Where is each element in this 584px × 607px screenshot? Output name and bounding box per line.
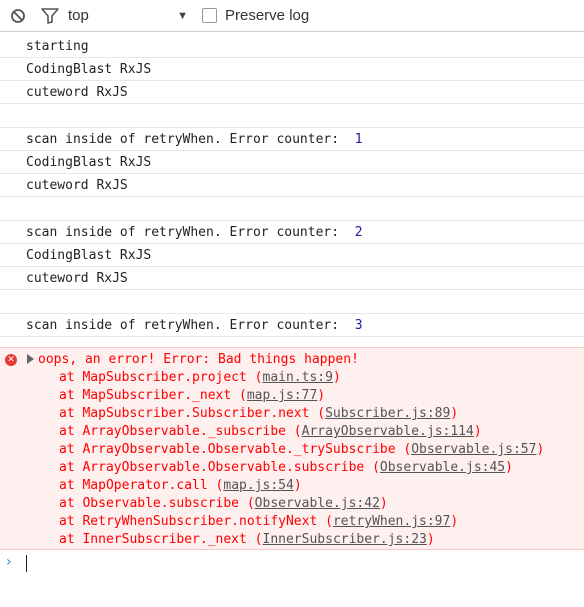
- context-selector[interactable]: top ▼: [68, 7, 198, 24]
- log-row: [0, 197, 584, 221]
- error-icon: ✕: [5, 354, 17, 366]
- preserve-log-label: Preserve log: [225, 7, 310, 24]
- prompt-chevron-icon: ›: [6, 554, 12, 570]
- stack-trace-line: at MapSubscriber.project (main.ts:9): [59, 369, 341, 387]
- stack-trace-line: at ArrayObservable.Observable._trySubscr…: [59, 441, 544, 459]
- preserve-log-toggle[interactable]: Preserve log: [202, 7, 309, 24]
- stack-trace-close: ): [379, 496, 388, 511]
- context-label: top: [68, 7, 89, 24]
- stack-trace-close: ): [317, 388, 326, 403]
- error-text: oops, an error! Error: Bad things happen…: [38, 352, 359, 367]
- console-prompt[interactable]: ›: [0, 552, 584, 576]
- log-number: 1: [354, 132, 363, 147]
- chevron-down-icon: ▼: [177, 9, 188, 22]
- source-link[interactable]: Observable.js:42: [255, 496, 380, 511]
- stack-trace-close: ): [293, 478, 302, 493]
- log-row: starting: [0, 35, 584, 58]
- stack-trace-close: ): [505, 460, 513, 475]
- log-row: scan inside of retryWhen. Error counter:…: [0, 221, 584, 244]
- stack-trace-line: at MapSubscriber.Subscriber.next (Subscr…: [59, 405, 458, 423]
- stack-trace-line: at ArrayObservable.Observable.subscribe …: [59, 459, 513, 477]
- stack-trace-close: ): [536, 442, 545, 457]
- text-cursor: [26, 555, 27, 572]
- log-row: [0, 104, 584, 128]
- stack-trace-frame: at ArrayObservable._subscribe (: [59, 424, 302, 439]
- filter-icon[interactable]: [40, 6, 60, 26]
- source-link[interactable]: main.ts:9: [263, 370, 333, 385]
- source-link[interactable]: map.js:77: [247, 388, 317, 403]
- stack-trace-close: ): [450, 406, 459, 421]
- stack-trace-close: ): [473, 424, 482, 439]
- stack-trace-close: ): [450, 514, 459, 529]
- stack-trace-line: at Observable.subscribe (Observable.js:4…: [59, 495, 388, 513]
- error-message: ✕ oops, an error! Error: Bad things happ…: [0, 347, 584, 550]
- log-row: [0, 290, 584, 314]
- stack-trace-frame: at MapSubscriber.project (: [59, 370, 263, 385]
- stack-trace-frame: at ArrayObservable.Observable._trySubscr…: [59, 442, 412, 457]
- stack-trace-frame: at Observable.subscribe (: [59, 496, 255, 511]
- log-row: CodingBlast RxJS: [0, 151, 584, 174]
- log-text: cuteword RxJS: [26, 85, 128, 100]
- block-icon[interactable]: [8, 6, 28, 26]
- console-toolbar: top ▼ Preserve log: [0, 0, 584, 32]
- stack-trace-close: ): [426, 532, 435, 547]
- stack-trace-frame: at MapOperator.call (: [59, 478, 224, 493]
- stack-trace-frame: at MapSubscriber._next (: [59, 388, 247, 403]
- source-link[interactable]: map.js:54: [223, 478, 293, 493]
- log-row: cuteword RxJS: [0, 81, 584, 104]
- log-text: cuteword RxJS: [26, 271, 128, 286]
- log-text: scan inside of retryWhen. Error counter:: [26, 132, 355, 147]
- console-log: starting CodingBlast RxJS cuteword RxJS sca…: [0, 35, 584, 337]
- log-text: cuteword RxJS: [26, 178, 128, 193]
- stack-trace-line: at RetryWhenSubscriber.notifyNext (retry…: [59, 513, 458, 531]
- stack-trace-line: at MapSubscriber._next (map.js:77): [59, 387, 325, 405]
- log-number: 3: [354, 318, 363, 333]
- log-text: scan inside of retryWhen. Error counter:: [26, 225, 355, 240]
- log-row: cuteword RxJS: [0, 267, 584, 290]
- log-text: CodingBlast RxJS: [26, 248, 152, 263]
- stack-trace-line: at InnerSubscriber._next (InnerSubscribe…: [59, 531, 435, 549]
- stack-trace-frame: at InnerSubscriber._next (: [59, 532, 263, 547]
- stack-trace-line: at ArrayObservable._subscribe (ArrayObse…: [59, 423, 482, 441]
- source-link[interactable]: Subscriber.js:89: [325, 406, 450, 421]
- log-text: CodingBlast RxJS: [26, 155, 152, 170]
- log-row: scan inside of retryWhen. Error counter:…: [0, 314, 584, 337]
- log-row: CodingBlast RxJS: [0, 244, 584, 267]
- source-link[interactable]: ArrayObservable.js:114: [302, 424, 474, 439]
- expand-triangle-icon[interactable]: [27, 354, 34, 364]
- source-link[interactable]: Observable.js:45: [380, 460, 505, 475]
- source-link[interactable]: retryWhen.js:97: [333, 514, 450, 529]
- stack-trace-frame: at ArrayObservable.Observable.subscribe …: [59, 460, 380, 475]
- log-text: starting: [26, 39, 89, 54]
- source-link[interactable]: InnerSubscriber.js:23: [263, 532, 427, 547]
- log-text: CodingBlast RxJS: [26, 62, 152, 77]
- log-row: cuteword RxJS: [0, 174, 584, 197]
- source-link[interactable]: Observable.js:57: [411, 442, 536, 457]
- stack-trace-frame: at MapSubscriber.Subscriber.next (: [59, 406, 326, 421]
- preserve-log-checkbox[interactable]: [202, 8, 217, 23]
- log-row: scan inside of retryWhen. Error counter:…: [0, 128, 584, 151]
- stack-trace-frame: at RetryWhenSubscriber.notifyNext (: [59, 514, 333, 529]
- log-text: scan inside of retryWhen. Error counter:: [26, 318, 355, 333]
- log-row: CodingBlast RxJS: [0, 58, 584, 81]
- log-number: 2: [354, 225, 363, 240]
- stack-trace-line: at MapOperator.call (map.js:54): [59, 477, 302, 495]
- stack-trace-close: ): [332, 370, 341, 385]
